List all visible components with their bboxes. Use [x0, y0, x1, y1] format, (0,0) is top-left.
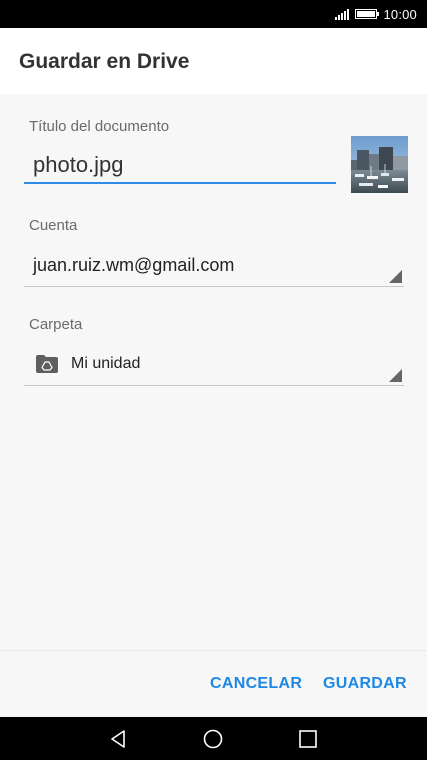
- account-value: juan.ruiz.wm@gmail.com: [33, 255, 235, 275]
- dialog-title: Guardar en Drive: [19, 50, 190, 73]
- signal-icon: [335, 8, 350, 20]
- recents-icon[interactable]: [297, 728, 319, 750]
- folder-select[interactable]: Mi unidad: [24, 348, 404, 386]
- dropdown-arrow-icon: [389, 270, 402, 283]
- dropdown-arrow-icon: [389, 369, 402, 382]
- dialog-header: Guardar en Drive: [0, 28, 427, 94]
- document-title-label: Título del documento: [29, 118, 170, 135]
- photo-thumbnail: [351, 136, 408, 193]
- folder-value: Mi unidad: [71, 355, 141, 372]
- status-icons: 10:00: [335, 0, 417, 28]
- account-label: Cuenta: [29, 217, 78, 234]
- back-icon[interactable]: [108, 728, 130, 750]
- cancel-button[interactable]: CANCELAR: [210, 675, 302, 693]
- battery-icon: [355, 9, 380, 19]
- status-bar: 10:00: [0, 0, 427, 28]
- folder-label: Carpeta: [29, 316, 83, 333]
- navigation-bar: [0, 717, 427, 760]
- drive-folder-icon: [35, 354, 59, 374]
- save-button[interactable]: GUARDAR: [323, 675, 407, 693]
- dialog-actions: CANCELAR GUARDAR: [0, 650, 427, 717]
- status-time: 10:00: [383, 6, 417, 22]
- document-title-input[interactable]: [24, 148, 336, 184]
- account-select[interactable]: juan.ruiz.wm@gmail.com: [24, 249, 404, 287]
- home-icon[interactable]: [202, 728, 224, 750]
